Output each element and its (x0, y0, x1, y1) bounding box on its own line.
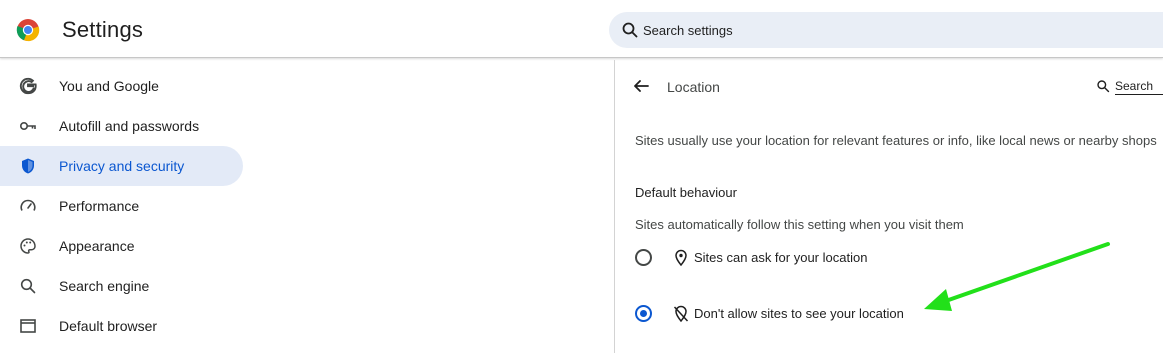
sidebar-item-label: Default browser (59, 318, 158, 334)
sidebar-nav: You and Google Autofill and passwords Pr… (0, 60, 260, 353)
sidebar-item-performance[interactable]: Performance (0, 186, 243, 226)
radio-button-selected[interactable] (635, 305, 652, 322)
app-title: Settings (62, 17, 144, 42)
sidebar-item-you-and-google[interactable]: You and Google (0, 66, 243, 106)
key-icon (19, 122, 36, 131)
default-behaviour-subtitle: Sites automatically follow this setting … (635, 217, 964, 232)
search-icon (1097, 80, 1110, 93)
search-placeholder: Search settings (643, 23, 733, 38)
search-settings-input[interactable]: Search settings (609, 12, 1163, 48)
chrome-logo-icon (16, 19, 40, 42)
radio-option-label: Sites can ask for your location (694, 250, 868, 265)
radio-option-ask-location[interactable]: Sites can ask for your location (635, 246, 1035, 270)
sidebar-item-label: Performance (59, 198, 140, 214)
sidebar-item-privacy[interactable]: Privacy and security (0, 146, 243, 186)
sidebar-item-label: Privacy and security (59, 158, 185, 174)
browser-window-icon (20, 319, 36, 333)
top-bar: Settings Search settings (0, 0, 1163, 58)
back-arrow-icon[interactable] (632, 77, 650, 95)
location-settings-panel: Location Search Sites usually use your l… (615, 60, 1163, 353)
speedometer-icon (20, 199, 36, 211)
page-title: Location (667, 79, 720, 95)
default-behaviour-heading: Default behaviour (635, 185, 737, 200)
location-description: Sites usually use your location for rele… (635, 133, 1157, 148)
sidebar-item-label: Search engine (59, 278, 150, 294)
sidebar-item-search-engine[interactable]: Search engine (0, 266, 243, 306)
sidebar-item-label: Autofill and passwords (59, 118, 200, 134)
shield-icon (22, 158, 34, 174)
sidebar-item-autofill[interactable]: Autofill and passwords (0, 106, 243, 146)
search-icon (20, 278, 36, 294)
subpage-search-label: Search (1115, 78, 1163, 95)
google-g-icon (19, 77, 37, 95)
radio-button[interactable] (635, 249, 652, 266)
sidebar-item-default-browser[interactable]: Default browser (0, 306, 243, 346)
radio-option-label: Don't allow sites to see your location (694, 306, 904, 321)
radio-option-block-location[interactable]: Don't allow sites to see your location (635, 302, 1035, 326)
search-icon (622, 22, 638, 38)
palette-icon (20, 238, 36, 254)
sidebar-item-label: You and Google (59, 78, 159, 94)
sidebar-item-label: Appearance (59, 238, 135, 254)
sidebar-item-appearance[interactable]: Appearance (0, 226, 243, 266)
location-pin-icon (675, 249, 687, 267)
location-off-icon (673, 305, 689, 323)
